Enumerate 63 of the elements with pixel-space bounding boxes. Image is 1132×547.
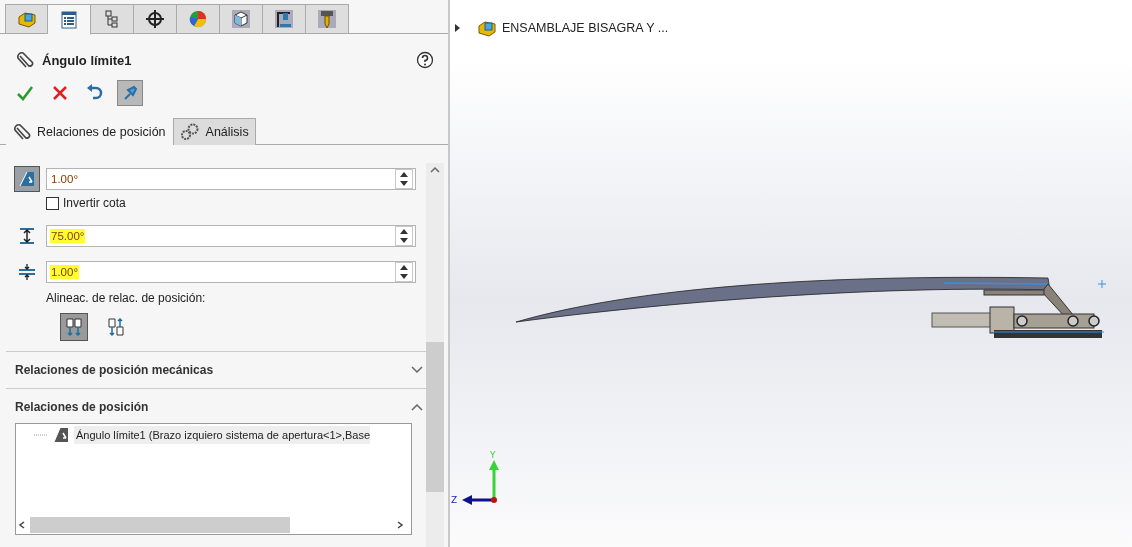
expand-caret-icon[interactable] xyxy=(455,24,460,32)
section-title: Relaciones de posición xyxy=(15,400,149,414)
list-item[interactable]: Ángulo límite1 (Brazo izquiero sistema de apertura<1>,Base xyxy=(74,426,371,444)
z-axis-label: Z xyxy=(451,495,458,505)
field-value: 1.00° xyxy=(50,265,79,279)
spin-buttons[interactable] xyxy=(395,226,413,246)
crosshair-icon xyxy=(145,9,165,29)
panel-tab[interactable] xyxy=(220,4,263,34)
section-title: Relaciones de posición mecánicas xyxy=(15,363,214,377)
angle-field[interactable]: 75.00° xyxy=(46,225,416,247)
spin-down-icon[interactable] xyxy=(400,274,408,279)
section-header[interactable]: Relaciones de posición mecánicas xyxy=(6,351,426,388)
panel-tab[interactable] xyxy=(306,4,349,34)
pin-button[interactable] xyxy=(117,80,143,106)
color-ball-icon xyxy=(188,9,208,29)
field-value: 1.00° xyxy=(50,172,79,186)
vertical-scrollbar[interactable] xyxy=(426,163,444,547)
axis-triad xyxy=(462,460,499,505)
angle-field[interactable]: 1.00° xyxy=(46,261,416,283)
cube-icon xyxy=(16,9,37,29)
pin-icon xyxy=(122,85,138,101)
check-icon xyxy=(16,84,34,102)
assembly-tree-item[interactable]: ENSAMBLAJE BISAGRA Y ... xyxy=(502,21,669,35)
spin-buttons[interactable] xyxy=(395,169,413,189)
spin-up-icon[interactable] xyxy=(400,265,408,270)
alignment-button[interactable] xyxy=(60,313,88,341)
spin-up-icon[interactable] xyxy=(400,172,408,177)
checkbox[interactable] xyxy=(46,196,59,210)
spin-buttons[interactable] xyxy=(395,262,413,282)
cube-icon xyxy=(477,18,497,38)
undo-icon xyxy=(85,84,105,102)
gears-icon xyxy=(179,123,200,141)
alignment-label: Alineac. de relac. de posición: xyxy=(45,291,207,305)
collapse-chevron-icon xyxy=(410,402,424,412)
min-distance-icon xyxy=(17,262,37,282)
max-distance-icon xyxy=(17,226,37,246)
y-axis-label: Y xyxy=(490,450,496,460)
aligned-icon xyxy=(64,317,84,337)
field-value: 75.00° xyxy=(50,229,86,243)
angle-icon xyxy=(52,426,70,444)
section-tab[interactable]: Análisis xyxy=(172,118,256,145)
drill-bit-icon xyxy=(317,9,337,29)
angle-icon xyxy=(17,169,37,189)
checkbox-label: Invertir cota xyxy=(63,196,126,210)
expand-chevron-icon xyxy=(410,365,424,375)
anti-aligned-icon xyxy=(106,317,126,337)
box-icon xyxy=(231,9,251,29)
spin-up-icon[interactable] xyxy=(400,229,408,234)
spin-down-icon[interactable] xyxy=(400,238,408,243)
paperclip-icon xyxy=(13,123,31,141)
machine-icon xyxy=(274,9,294,29)
panel-title: Ángulo límite1 xyxy=(42,52,133,68)
spin-down-icon[interactable] xyxy=(400,181,408,186)
flip-button[interactable] xyxy=(14,166,40,192)
paperclip-icon xyxy=(16,51,34,69)
panel-tab[interactable] xyxy=(134,4,177,34)
close-icon xyxy=(52,85,68,101)
panel-tab[interactable] xyxy=(48,4,91,35)
help-icon xyxy=(416,51,434,69)
panel-tab[interactable] xyxy=(263,4,306,34)
tree-line xyxy=(34,434,48,436)
list-icon xyxy=(59,9,79,30)
angle-field[interactable]: 1.00° xyxy=(46,168,416,190)
